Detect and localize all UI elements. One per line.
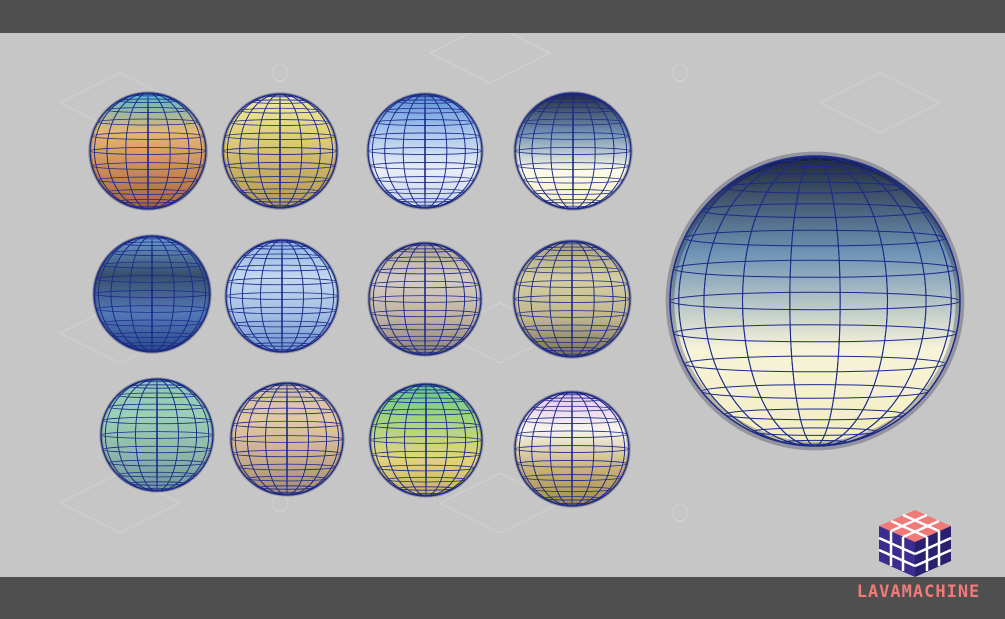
sphere-blue-cloudy	[366, 92, 484, 210]
sphere-gallery	[58, 33, 965, 534]
sphere-dusk-clouds	[513, 91, 633, 211]
sphere-dark-blue-sea	[92, 234, 212, 354]
top-bar	[0, 0, 1005, 33]
sphere-peach-tan	[229, 381, 345, 497]
sphere-light-blue-sky	[224, 238, 340, 354]
sphere-desert-sunset	[88, 91, 208, 211]
sphere-large-dusk-clouds	[665, 151, 965, 451]
sphere-teal-green	[99, 377, 215, 493]
sphere-olive-dusk	[512, 239, 632, 359]
brand-wordmark: LAVAMACHINE	[856, 582, 981, 602]
lava-cube-logo-icon	[878, 510, 952, 577]
sphere-grey-haze	[367, 241, 483, 357]
sphere-sandy-yellow	[221, 92, 339, 210]
sphere-pink-sand	[513, 390, 631, 508]
sphere-green-yellow	[368, 382, 484, 498]
